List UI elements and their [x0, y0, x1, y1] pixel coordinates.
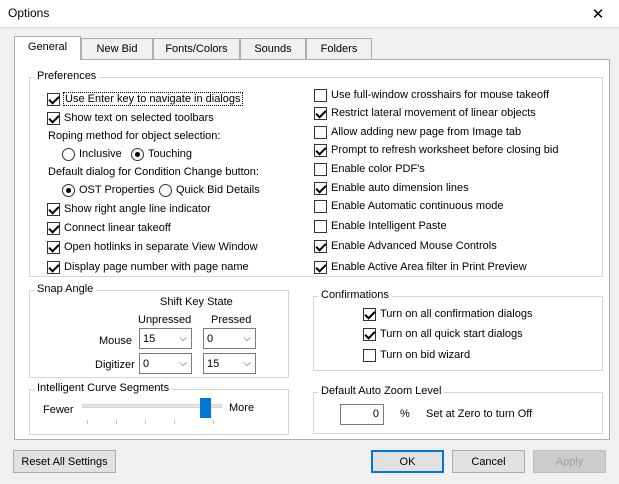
chevron-down-icon: ⌵: [179, 358, 187, 369]
ok-button[interactable]: OK: [371, 450, 444, 473]
checkbox-box[interactable]: [47, 221, 60, 235]
checkbox-box[interactable]: [363, 348, 376, 362]
shift-key-state-label: Shift Key State: [160, 296, 233, 308]
full-window-crosshairs-checkbox[interactable]: Use full-window crosshairs for mouse tak…: [314, 87, 549, 103]
enable-auto-dimension-checkbox[interactable]: Enable auto dimension lines: [314, 180, 469, 196]
snap-angle-legend: Snap Angle: [34, 283, 97, 295]
slider-tick: [87, 420, 88, 424]
checkbox-box[interactable]: [314, 219, 327, 233]
roping-inclusive-radio[interactable]: Inclusive: [62, 146, 122, 162]
slider-tick: [174, 420, 175, 424]
mouse-pressed-select[interactable]: 0 ⌵: [203, 328, 256, 349]
enable-auto-continuous-checkbox[interactable]: Enable Automatic continuous mode: [314, 198, 503, 214]
tab-general[interactable]: General: [14, 36, 81, 60]
apply-button[interactable]: Apply: [533, 450, 606, 473]
default-dialog-label: Default dialog for Condition Change butt…: [48, 166, 259, 178]
roping-method-label: Roping method for object selection:: [48, 130, 221, 142]
roping-touching-radio[interactable]: Touching: [131, 146, 192, 162]
radio-circle[interactable]: [62, 183, 75, 197]
checkbox-box[interactable]: [363, 307, 376, 321]
checkbox-box[interactable]: [47, 202, 60, 216]
radio-circle[interactable]: [159, 183, 172, 197]
auto-zoom-hint: Set at Zero to turn Off: [426, 408, 533, 420]
slider-tick: [213, 420, 214, 424]
close-icon: ✕: [591, 6, 605, 23]
mouse-unpressed-select[interactable]: 15 ⌵: [139, 328, 192, 349]
auto-zoom-input[interactable]: 0: [340, 404, 384, 425]
tab-sounds[interactable]: Sounds: [240, 38, 306, 59]
close-button[interactable]: ✕: [583, 2, 613, 26]
allow-new-page-checkbox[interactable]: Allow adding new page from Image tab: [314, 124, 521, 140]
checkbox-box[interactable]: [314, 260, 327, 274]
checkbox-box[interactable]: [47, 92, 60, 106]
show-text-toolbars-checkbox[interactable]: Show text on selected toolbars: [47, 110, 214, 126]
chevron-down-icon: ⌵: [243, 333, 251, 344]
curve-segments-legend: Intelligent Curve Segments: [34, 382, 173, 394]
checkbox-box[interactable]: [47, 111, 60, 125]
checkbox-box[interactable]: [363, 327, 376, 341]
radio-circle[interactable]: [62, 147, 75, 161]
checkbox-box[interactable]: [314, 143, 327, 157]
show-right-angle-checkbox[interactable]: Show right angle line indicator: [47, 201, 211, 217]
checkbox-box[interactable]: [314, 162, 327, 176]
slider-tick: [116, 420, 117, 424]
confirmations-legend: Confirmations: [318, 289, 392, 301]
slider-tick: [145, 420, 146, 424]
bid-wizard-checkbox[interactable]: Turn on bid wizard: [363, 347, 470, 363]
digitizer-pressed-select[interactable]: 15 ⌵: [203, 353, 256, 374]
auto-zoom-legend: Default Auto Zoom Level: [318, 385, 445, 397]
digitizer-unpressed-select[interactable]: 0 ⌵: [139, 353, 192, 374]
more-label: More: [229, 402, 255, 414]
fewer-label: Fewer: [43, 404, 74, 416]
mouse-label: Mouse: [99, 335, 133, 347]
all-quick-start-dialogs-checkbox[interactable]: Turn on all quick start dialogs: [363, 326, 523, 342]
unpressed-label: Unpressed: [138, 314, 192, 326]
enable-intelligent-paste-checkbox[interactable]: Enable Intelligent Paste: [314, 218, 447, 234]
tab-new-bid[interactable]: New Bid: [81, 38, 153, 59]
enable-active-area-checkbox[interactable]: Enable Active Area filter in Print Previ…: [314, 259, 527, 275]
checkbox-box[interactable]: [314, 88, 327, 102]
radio-circle[interactable]: [131, 147, 144, 161]
preferences-legend: Preferences: [34, 70, 100, 82]
use-enter-key-checkbox[interactable]: Use Enter key to navigate in dialogs: [47, 91, 243, 107]
window-title: Options: [8, 6, 50, 20]
tab-folders[interactable]: Folders: [306, 38, 372, 59]
connect-linear-checkbox[interactable]: Connect linear takeoff: [47, 220, 171, 236]
digitizer-label: Digitizer: [95, 359, 135, 371]
cancel-button[interactable]: Cancel: [452, 450, 525, 473]
tab-fonts-colors[interactable]: Fonts/Colors: [153, 38, 240, 59]
checkbox-box[interactable]: [314, 125, 327, 139]
prompt-refresh-checkbox[interactable]: Prompt to refresh worksheet before closi…: [314, 142, 558, 158]
pressed-label: Pressed: [211, 314, 252, 326]
open-hotlinks-checkbox[interactable]: Open hotlinks in separate View Window: [47, 239, 258, 255]
chevron-down-icon: ⌵: [243, 358, 251, 369]
checkbox-box[interactable]: [47, 260, 60, 274]
reset-all-settings-button[interactable]: Reset All Settings: [13, 450, 116, 473]
display-page-number-checkbox[interactable]: Display page number with page name: [47, 259, 249, 275]
checkbox-box[interactable]: [314, 181, 327, 195]
checkbox-box[interactable]: [314, 199, 327, 213]
auto-zoom-unit: %: [400, 408, 410, 420]
curve-slider-thumb[interactable]: [199, 398, 211, 418]
checkbox-box[interactable]: [314, 239, 327, 253]
checkbox-box[interactable]: [47, 240, 60, 254]
all-confirmation-dialogs-checkbox[interactable]: Turn on all confirmation dialogs: [363, 306, 532, 322]
dialog-ost-properties-radio[interactable]: OST Properties: [62, 182, 155, 198]
checkbox-box[interactable]: [314, 106, 327, 120]
restrict-lateral-checkbox[interactable]: Restrict lateral movement of linear obje…: [314, 105, 536, 121]
chevron-down-icon: ⌵: [179, 333, 187, 344]
dialog-quick-bid-details-radio[interactable]: Quick Bid Details: [159, 182, 260, 198]
enable-advanced-mouse-checkbox[interactable]: Enable Advanced Mouse Controls: [314, 238, 497, 254]
enable-color-pdf-checkbox[interactable]: Enable color PDF's: [314, 161, 425, 177]
title-bar: [0, 0, 619, 28]
